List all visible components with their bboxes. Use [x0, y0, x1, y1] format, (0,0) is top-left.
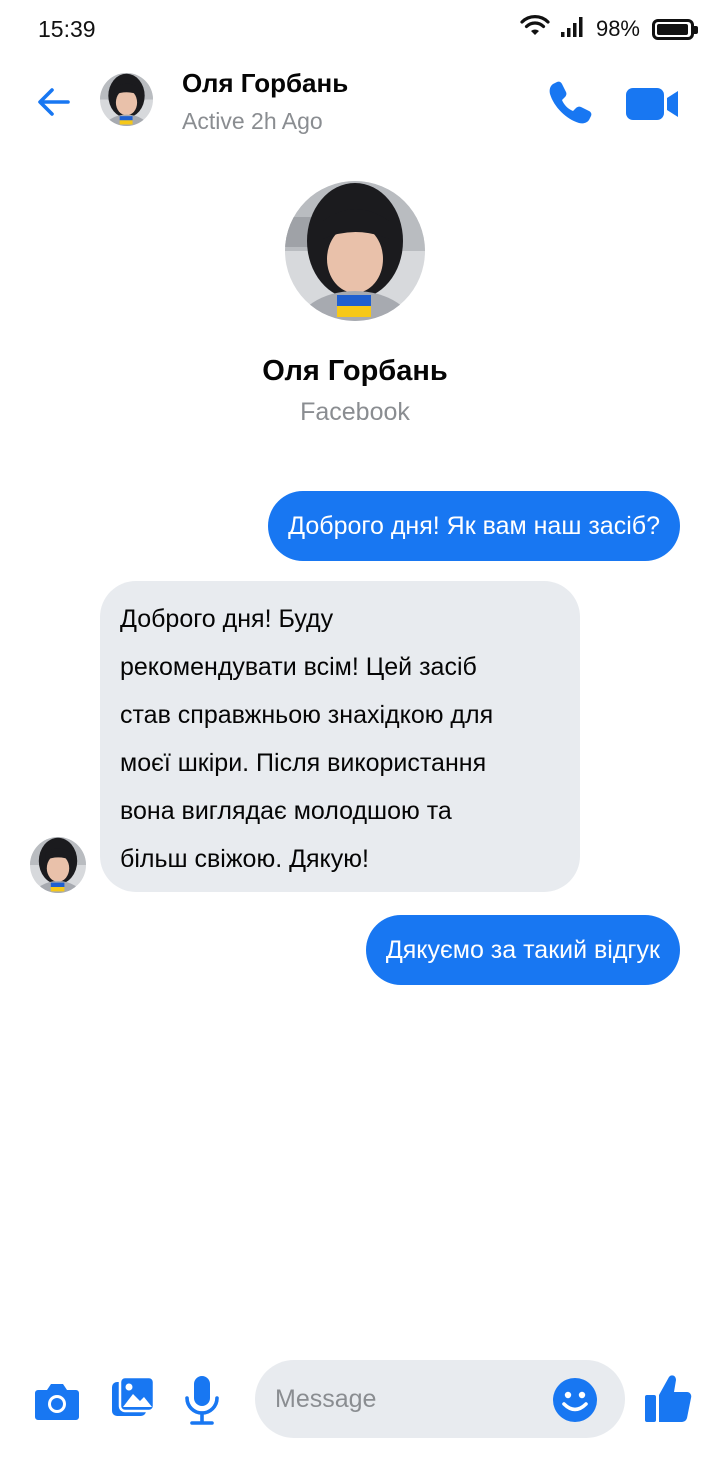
microphone-icon: [182, 1376, 222, 1430]
composer-bar: [0, 1350, 720, 1450]
message-text: Доброго дня! Як вам наш засіб?: [288, 512, 660, 540]
signal-icon: [560, 16, 586, 43]
messenger-chat-screen: 15:39 98% Оля Горбань Active 2h Ago Оля …: [0, 0, 720, 1462]
back-arrow-icon: [32, 88, 76, 128]
wifi-icon: [520, 14, 550, 44]
message-text: Доброго дня! Буду: [120, 605, 334, 633]
message-text: вона виглядає молодшою та: [120, 797, 452, 825]
active-status: Active 2h Ago: [182, 108, 323, 134]
like-button[interactable]: [644, 1374, 692, 1424]
profile-source: Facebook: [300, 398, 410, 426]
message-text: моєї шкіри. Після використання: [120, 749, 487, 777]
camera-icon: [34, 1384, 80, 1426]
status-time: 15:39: [38, 15, 96, 42]
battery-percent: 98%: [595, 16, 640, 41]
gallery-button[interactable]: [111, 1375, 156, 1420]
profile-avatar[interactable]: [285, 181, 425, 321]
video-camera-icon: [624, 88, 682, 130]
message-text: рекомендувати всім! Цей засіб: [120, 653, 477, 681]
phone-icon: [546, 81, 594, 130]
message-text: більш свіжою. Дякую!: [120, 845, 369, 873]
voice-call-button[interactable]: [546, 78, 594, 126]
status-bar: 15:39 98%: [0, 0, 720, 58]
emoji-button[interactable]: [552, 1377, 598, 1423]
contact-avatar[interactable]: [100, 73, 153, 126]
video-call-button[interactable]: [624, 82, 682, 126]
battery-fill: [657, 23, 689, 35]
sender-avatar[interactable]: [30, 837, 86, 893]
outgoing-message[interactable]: Доброго дня! Як вам наш засіб?: [268, 491, 680, 561]
incoming-message[interactable]: Доброго дня! Буду рекомендувати всім! Це…: [100, 581, 580, 892]
battery-icon: [652, 18, 698, 40]
message-text: став справжньою знахідкою для: [120, 701, 494, 729]
status-indicators: 98%: [520, 14, 698, 44]
message-input[interactable]: [275, 1360, 535, 1438]
profile-name: Оля Горбань: [262, 355, 448, 387]
gallery-icon: [111, 1375, 156, 1424]
chat-header: Оля Горбань Active 2h Ago: [0, 58, 720, 150]
message-box: [255, 1360, 625, 1438]
message-text: Дякуємо за такий відгук: [385, 936, 660, 964]
camera-button[interactable]: [34, 1380, 80, 1422]
emoji-icon: [552, 1378, 598, 1427]
back-button[interactable]: [32, 80, 76, 124]
thumbs-up-icon: [644, 1375, 692, 1428]
outgoing-message[interactable]: Дякуємо за такий відгук: [365, 915, 680, 985]
contact-name[interactable]: Оля Горбань: [182, 68, 348, 99]
voice-message-button[interactable]: [182, 1374, 222, 1426]
